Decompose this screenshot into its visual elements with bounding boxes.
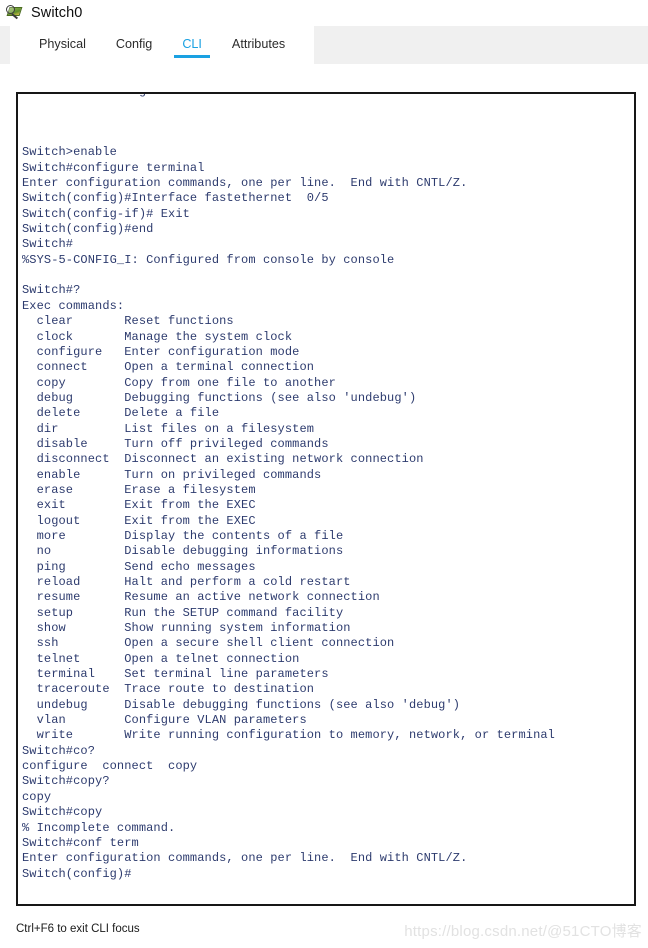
terminal-line: ping Send echo messages bbox=[22, 559, 256, 574]
terminal-line: telnet Open a telnet connection bbox=[22, 651, 300, 666]
terminal-line: Enter configuration commands, one per li… bbox=[22, 176, 468, 191]
tab-cli[interactable]: CLI bbox=[174, 33, 210, 58]
terminal-line: ssh Open a secure shell client connectio… bbox=[22, 636, 395, 651]
watermark: https://blog.csdn.net/@51CTO博客 bbox=[404, 923, 642, 940]
terminal-line: Switch(config)#Interface fastethernet 0/… bbox=[22, 191, 329, 206]
window-titlebar: Switch0 bbox=[0, 0, 648, 26]
terminal-line: dir List files on a filesystem bbox=[22, 421, 315, 436]
terminal-line: show Show running system information bbox=[22, 621, 351, 636]
tab-physical[interactable]: Physical bbox=[37, 33, 88, 57]
terminal-line: clear Reset functions bbox=[22, 314, 234, 329]
terminal-line: setup Run the SETUP command facility bbox=[22, 605, 344, 620]
terminal-line: vlan Configure VLAN parameters bbox=[22, 713, 307, 728]
terminal-line: Switch(config)#end bbox=[22, 222, 154, 237]
terminal-line: reload Halt and perform a cold restart bbox=[22, 575, 351, 589]
cli-terminal[interactable]: Press RETURN to get started! Switch>enabl… bbox=[16, 92, 636, 906]
cli-panel: Press RETURN to get started! Switch>enabl… bbox=[0, 64, 648, 948]
terminal-line: copy Copy from one file to another bbox=[22, 375, 336, 390]
terminal-line: delete Delete a file bbox=[22, 406, 220, 421]
terminal-line: Switch#copy? bbox=[22, 774, 110, 789]
terminal-line: copy bbox=[22, 789, 52, 804]
terminal-line: Switch(config-if)# Exit bbox=[22, 206, 190, 221]
status-bar: Ctrl+F6 to exit CLI focus https://blog.c… bbox=[0, 906, 648, 948]
terminal-line: configure Enter configuration mode bbox=[22, 344, 300, 359]
terminal-line: connect Open a terminal connection bbox=[22, 360, 315, 375]
terminal-line: disconnect Disconnect an existing networ… bbox=[22, 452, 424, 467]
terminal-line: Switch#configure terminal bbox=[22, 160, 205, 175]
terminal-line: configure connect copy bbox=[22, 759, 198, 774]
terminal-line: Switch#co? bbox=[22, 743, 96, 758]
terminal-line: Switch>enable bbox=[22, 145, 117, 160]
terminal-line: more Display the contents of a file bbox=[22, 528, 344, 543]
terminal-line: Switch# bbox=[22, 237, 74, 252]
terminal-line: write Write running configuration to mem… bbox=[22, 728, 555, 743]
terminal-line: erase Erase a filesystem bbox=[22, 482, 256, 497]
terminal-line: undebug Disable debugging functions (see… bbox=[22, 697, 461, 712]
terminal-line: terminal Set terminal line parameters bbox=[22, 667, 329, 682]
tab-attributes[interactable]: Attributes bbox=[230, 33, 287, 57]
terminal-line: resume Resume an active network connecti… bbox=[22, 590, 380, 605]
terminal-line: Switch#copy bbox=[22, 805, 103, 820]
terminal-line: Switch#? bbox=[22, 283, 81, 298]
terminal-line: no Disable debugging informations bbox=[22, 544, 344, 559]
terminal-line: debug Debugging functions (see also 'und… bbox=[22, 390, 417, 405]
cli-focus-hint: Ctrl+F6 to exit CLI focus bbox=[16, 923, 140, 935]
terminal-line: traceroute Trace route to destination bbox=[22, 682, 315, 697]
tabstrip-background: Physical Config CLI Attributes bbox=[0, 26, 648, 64]
terminal-line: logout Exit from the EXEC bbox=[22, 513, 256, 528]
terminal-line: exit Exit from the EXEC bbox=[22, 498, 256, 513]
terminal-line: Exec commands: bbox=[22, 298, 125, 313]
terminal-line: Press RETURN to get started! bbox=[22, 94, 634, 99]
terminal-line: % Incomplete command. bbox=[22, 820, 176, 835]
cli-terminal-output: Press RETURN to get started! Switch>enabl… bbox=[22, 94, 634, 882]
tabstrip: Physical Config CLI Attributes bbox=[10, 26, 315, 64]
terminal-line: disable Turn off privileged commands bbox=[22, 436, 329, 451]
tab-config[interactable]: Config bbox=[114, 33, 154, 57]
window-title: Switch0 bbox=[31, 5, 83, 21]
terminal-line: enable Turn on privileged commands bbox=[22, 467, 322, 482]
terminal-line: clock Manage the system clock bbox=[22, 329, 293, 344]
terminal-line: Switch(config)# bbox=[22, 866, 132, 881]
terminal-line: Enter configuration commands, one per li… bbox=[22, 851, 468, 866]
switch-device-icon bbox=[6, 4, 24, 22]
terminal-line: Switch#conf term bbox=[22, 835, 139, 850]
terminal-line: %SYS-5-CONFIG_I: Configured from console… bbox=[22, 252, 395, 267]
